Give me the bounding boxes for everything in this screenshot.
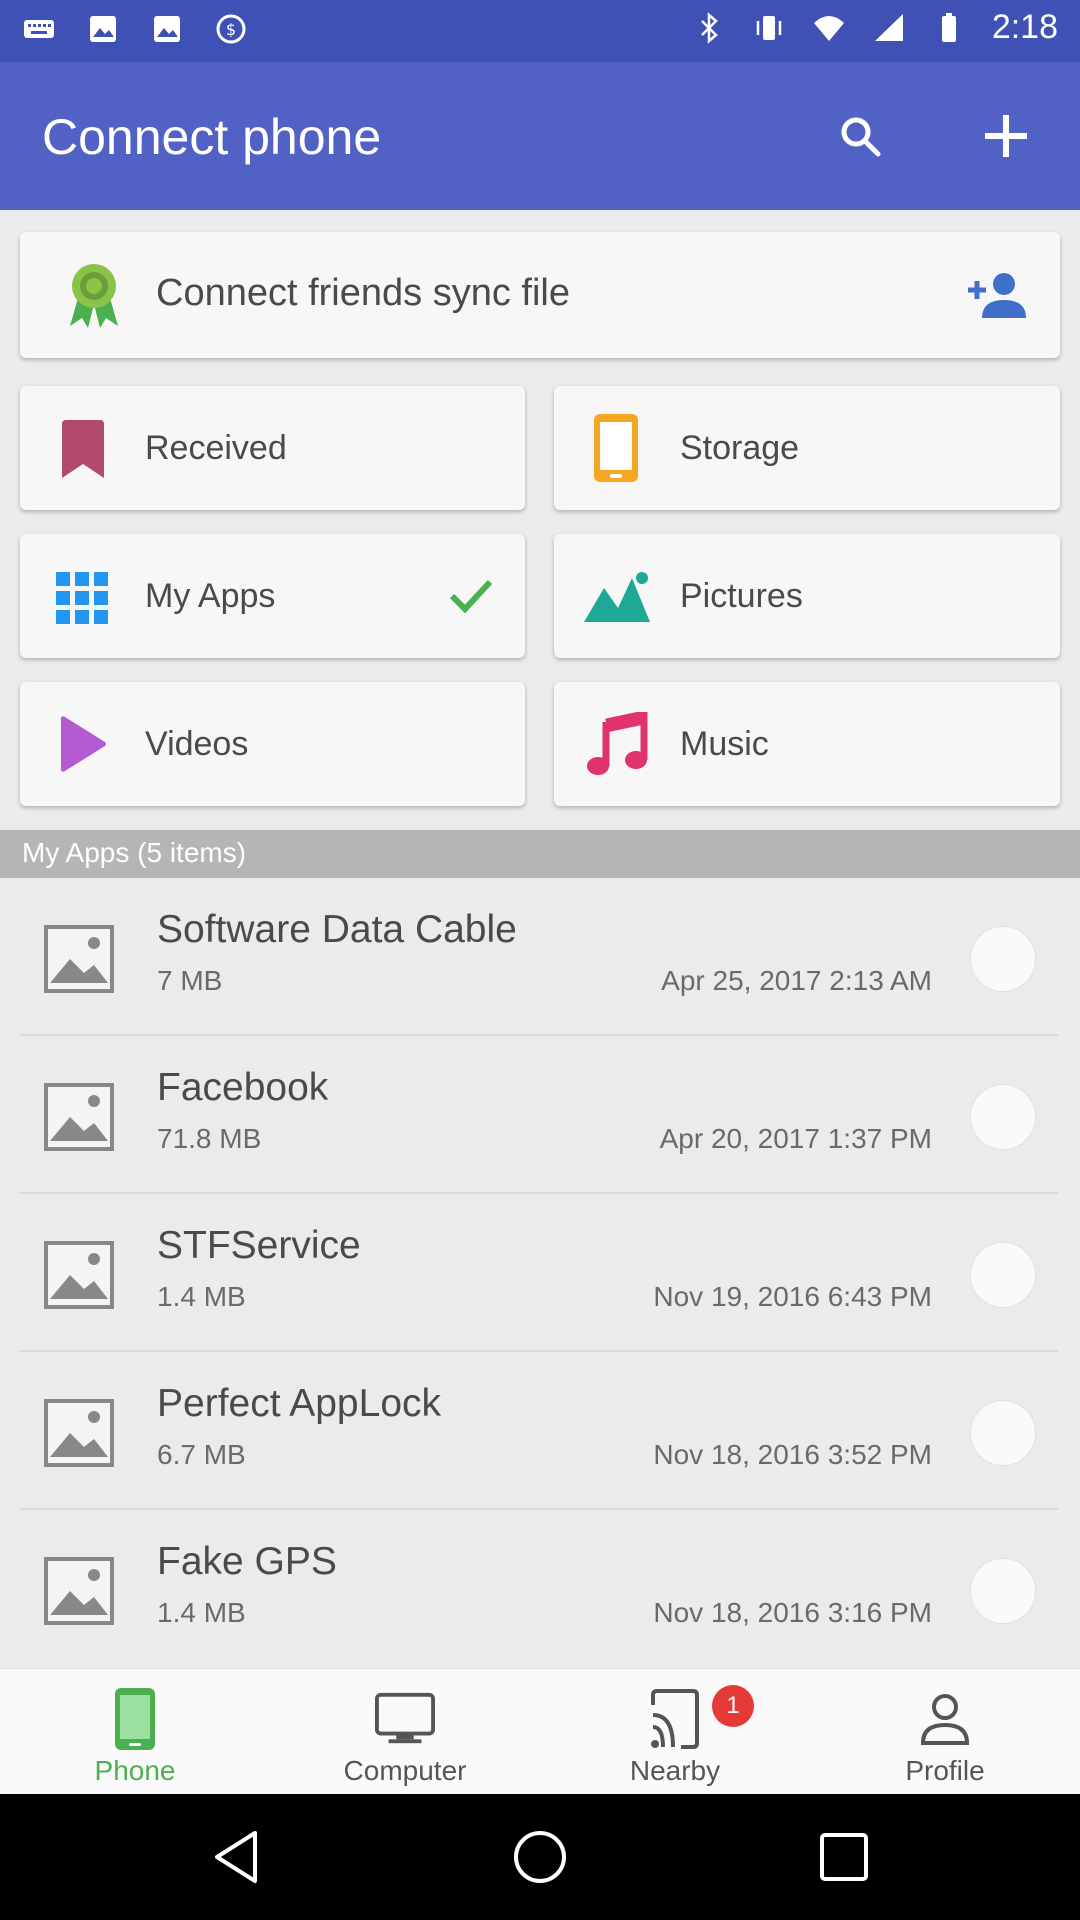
add-button[interactable] [974,104,1038,168]
svg-text:$: $ [226,20,236,39]
app-size: 71.8 MB [157,1123,262,1154]
add-person-button[interactable] [964,270,1030,320]
award-icon [60,260,128,330]
connect-friends-label: Connect friends sync file [156,272,570,314]
vibrate-icon [756,15,782,40]
apps-grid-icon [56,572,108,624]
play-icon [58,714,108,774]
category-music[interactable]: Music [554,682,1060,806]
app-date: Apr 20, 2017 1:37 PM [659,1123,932,1154]
keyboard-icon [24,20,54,38]
section-title: My Apps (5 items) [22,837,247,868]
phone-nav-icon [105,1687,165,1751]
person-icon [915,1687,975,1751]
select-radio[interactable] [970,1084,1036,1150]
image-placeholder-icon [44,925,114,993]
connect-friends-card[interactable]: Connect friends sync file [20,232,1060,358]
phone-icon [592,414,640,482]
app-size: 1.4 MB [157,1597,246,1628]
app-date: Nov 18, 2016 3:16 PM [653,1597,932,1628]
category-label: My Apps [145,577,276,615]
category-received[interactable]: Received [20,386,525,510]
category-label: Videos [145,725,249,763]
app-name: Perfect AppLock [157,1382,442,1425]
list-item[interactable]: Facebook 71.8 MB Apr 20, 2017 1:37 PM [0,1036,1080,1194]
system-nav-bar [0,1794,1080,1920]
bluetooth-icon [700,11,718,44]
notification-badge: 1 [712,1685,754,1727]
recents-icon [820,1833,868,1881]
category-my-apps[interactable]: My Apps [20,534,525,658]
app-date: Apr 25, 2017 2:13 AM [661,965,932,996]
category-label: Storage [680,429,800,467]
status-time: 2:18 [991,8,1058,46]
app-size: 6.7 MB [157,1439,246,1470]
app-name: STFService [157,1224,361,1267]
home-icon [514,1831,566,1883]
signal-icon [874,13,903,41]
app-date: Nov 19, 2016 6:43 PM [653,1281,932,1312]
back-button[interactable] [206,1827,266,1887]
select-radio[interactable] [970,1400,1036,1466]
nav-nearby[interactable]: 1 Nearby [540,1669,810,1795]
category-pictures[interactable]: Pictures [554,534,1060,658]
image-placeholder-icon [44,1399,114,1467]
app-size: 1.4 MB [157,1281,246,1312]
select-radio[interactable] [970,926,1036,992]
nav-label: Phone [94,1755,176,1786]
list-item[interactable]: Fake GPS 1.4 MB Nov 18, 2016 3:16 PM [0,1510,1080,1668]
image-placeholder-icon [44,1083,114,1151]
gallery-icon [90,16,116,42]
list-item[interactable]: STFService 1.4 MB Nov 19, 2016 6:43 PM [0,1194,1080,1352]
battery-icon [941,12,956,42]
category-label: Received [145,429,287,467]
page-title: Connect phone [42,109,382,165]
nav-phone[interactable]: Phone [0,1669,270,1795]
add-person-icon [968,273,1026,318]
category-storage[interactable]: Storage [554,386,1060,510]
home-button[interactable] [510,1827,570,1887]
add-icon [985,115,1027,157]
category-label: Pictures [680,577,803,615]
nav-label: Computer [343,1755,467,1786]
app-bar: Connect phone [0,62,1080,210]
nav-profile[interactable]: Profile [810,1669,1080,1795]
app-name: Facebook [157,1066,329,1109]
nav-label: Nearby [629,1755,721,1786]
image-placeholder-icon [44,1557,114,1625]
status-bar: $ 2:18 [0,0,1080,62]
list-item[interactable]: Perfect AppLock 6.7 MB Nov 18, 2016 3:52… [0,1352,1080,1510]
image-placeholder-icon [44,1241,114,1309]
select-radio[interactable] [970,1558,1036,1624]
search-icon [841,117,881,157]
landscape-icon [584,570,650,622]
app-name: Fake GPS [157,1540,337,1583]
app-date: Nov 18, 2016 3:52 PM [653,1439,932,1470]
bookmark-icon [58,420,108,478]
app-name: Software Data Cable [157,908,517,951]
bottom-nav: Phone Computer 1 Nearby Profile [0,1668,1080,1794]
nav-label: Profile [905,1755,985,1786]
list-item[interactable]: Software Data Cable 7 MB Apr 25, 2017 2:… [0,878,1080,1036]
section-header: My Apps (5 items) [0,830,1080,878]
search-button[interactable] [828,104,892,168]
select-radio[interactable] [970,1242,1036,1308]
gallery-icon-2 [154,16,180,42]
check-icon [448,576,494,616]
recents-button[interactable] [814,1827,874,1887]
category-videos[interactable]: Videos [20,682,525,806]
app-size: 7 MB [157,965,223,996]
music-note-icon [586,712,648,776]
computer-icon [375,1687,435,1751]
category-label: Music [680,725,769,763]
nav-computer[interactable]: Computer [270,1669,540,1795]
wifi-icon [813,15,844,41]
dollar-icon: $ [216,14,246,44]
back-icon [215,1831,257,1883]
cast-icon [645,1687,705,1751]
